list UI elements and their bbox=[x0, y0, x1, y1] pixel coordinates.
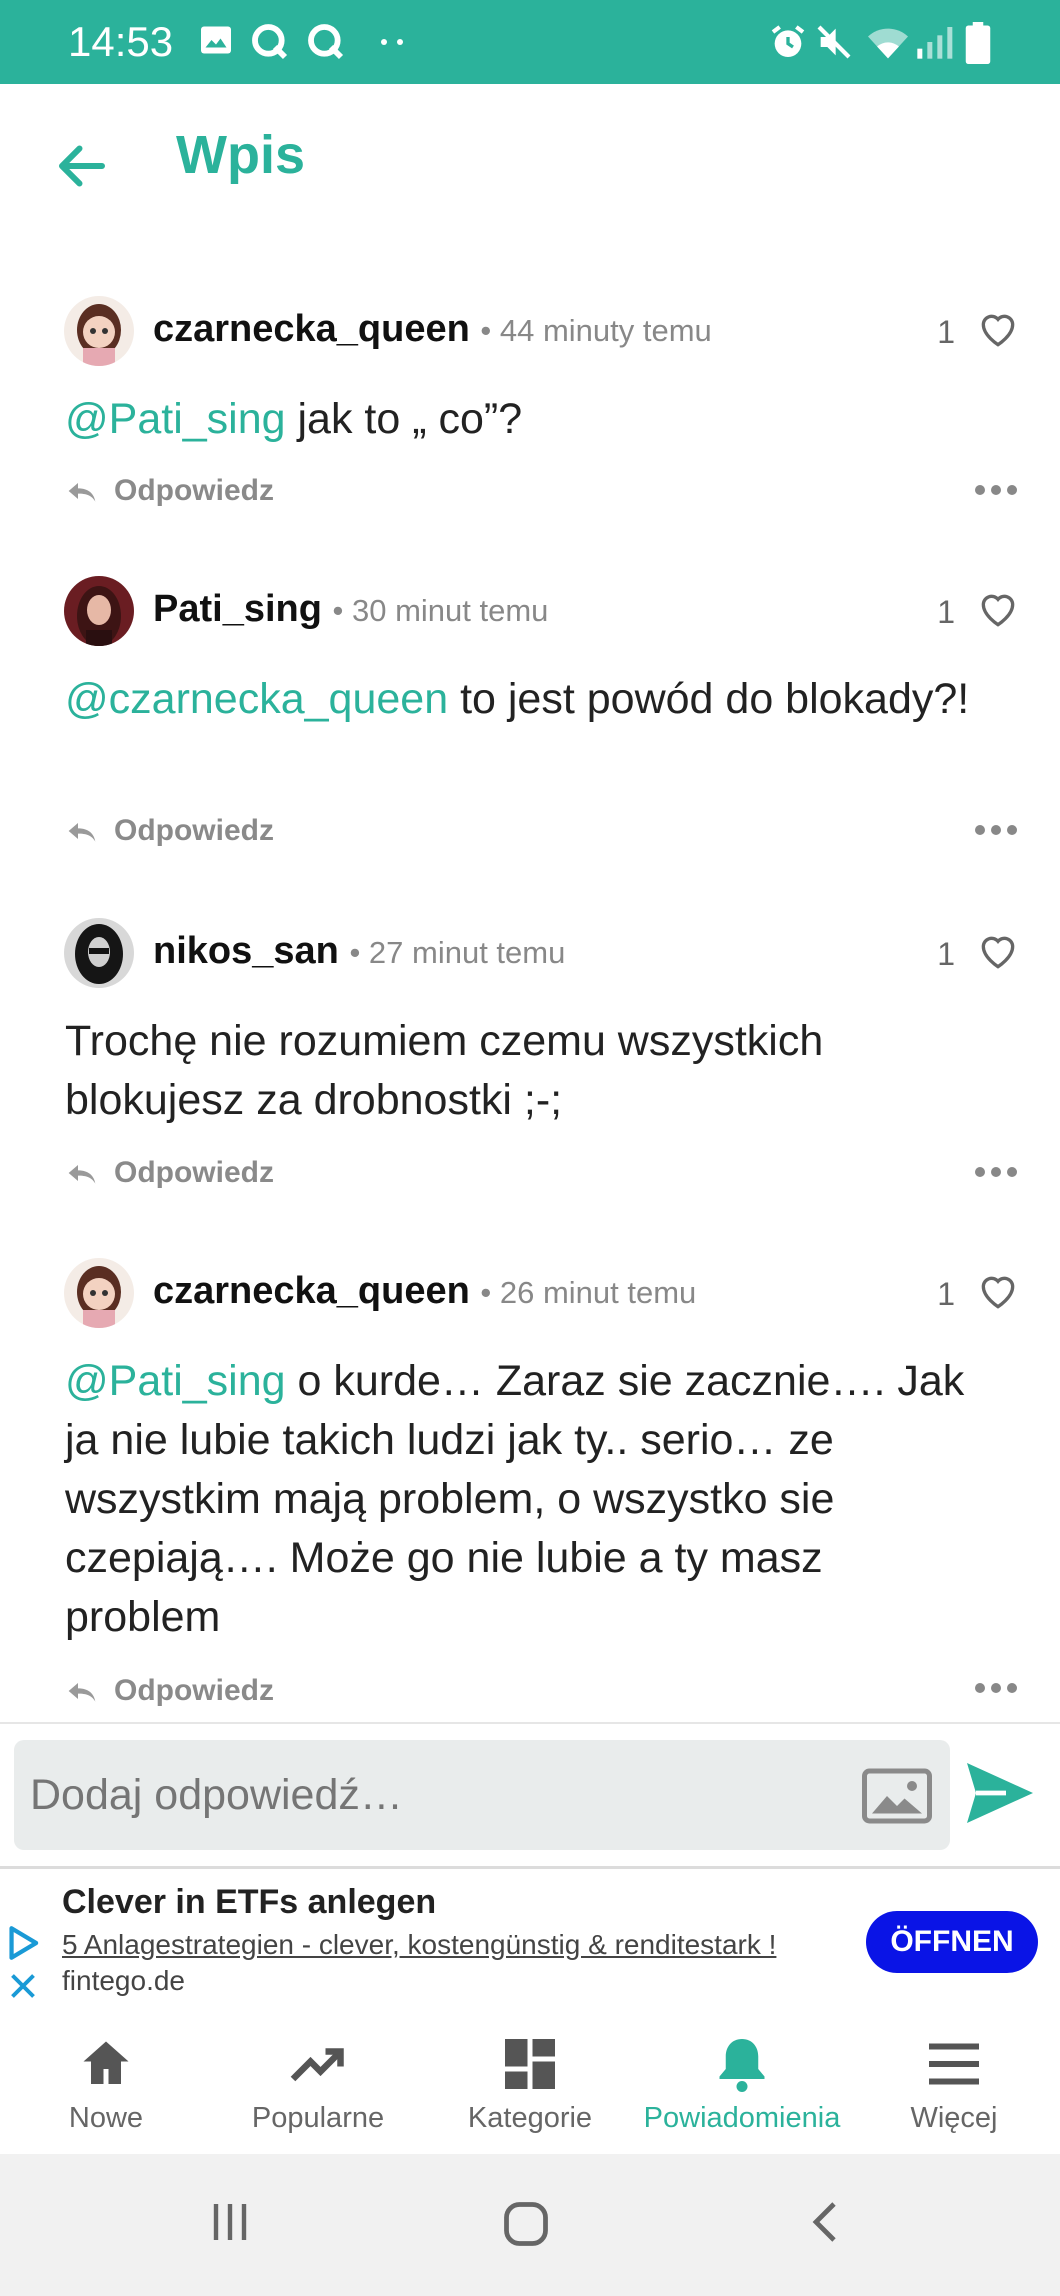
more-notifications-icon bbox=[381, 39, 403, 45]
nav-label: Powiadomienia bbox=[643, 2102, 841, 2134]
more-options-icon[interactable] bbox=[972, 482, 1020, 498]
avatar[interactable] bbox=[64, 918, 134, 988]
comment-item: nikos_san • 27 minut temu 1 Trochę nie r… bbox=[0, 884, 1060, 1227]
system-navigation-bar bbox=[0, 2154, 1060, 2296]
comment-body: Trochę nie rozumiem czemu wszystkich blo… bbox=[65, 1017, 824, 1124]
reply-icon bbox=[68, 823, 96, 842]
nav-item-powiadomienia[interactable]: Powiadomienia bbox=[636, 2014, 848, 2154]
heart-icon[interactable] bbox=[976, 308, 1020, 352]
avatar[interactable] bbox=[64, 576, 134, 646]
nav-label: Popularne bbox=[251, 2102, 385, 2134]
comment-item: czarnecka_queen • 26 minut temu 1 @Pati_… bbox=[0, 1224, 1060, 1722]
comment-body: jak to „ co”? bbox=[285, 395, 523, 443]
comment-item: czarnecka_queen • 44 minuty temu 1 @Pati… bbox=[0, 264, 1060, 547]
comment-time: • 30 minut temu bbox=[332, 593, 549, 628]
more-options-icon[interactable] bbox=[972, 1164, 1020, 1180]
heart-icon[interactable] bbox=[976, 930, 1020, 974]
ad-banner[interactable]: Clever in ETFs anlegen 5 Anlagestrategie… bbox=[0, 1866, 1060, 2020]
comment-text: Trochę nie rozumiem czemu wszystkich blo… bbox=[65, 1012, 985, 1130]
avatar[interactable] bbox=[64, 1258, 134, 1328]
nav-label: Nowe bbox=[68, 2102, 144, 2134]
home-button-icon[interactable] bbox=[500, 2198, 552, 2250]
reply-button[interactable]: Odpowiedz bbox=[66, 814, 274, 848]
reply-label: Odpowiedz bbox=[114, 1674, 274, 1707]
comment-header: czarnecka_queen • 44 minuty temu bbox=[153, 308, 712, 351]
comment-time: • 44 minuty temu bbox=[480, 313, 712, 348]
mention-link[interactable]: @Pati_sing bbox=[65, 395, 286, 443]
comment-time: • 27 minut temu bbox=[349, 935, 566, 970]
bottom-navigation: Nowe Popularne Kategorie Powiadomienia W… bbox=[0, 2014, 1060, 2154]
page-title: Wpis bbox=[176, 125, 305, 185]
nav-item-popularne[interactable]: Popularne bbox=[212, 2014, 424, 2154]
heart-icon[interactable] bbox=[976, 1270, 1020, 1314]
more-options-icon[interactable] bbox=[972, 822, 1020, 838]
reply-icon bbox=[68, 1165, 96, 1184]
image-notification-icon bbox=[201, 26, 231, 54]
like-count: 1 bbox=[937, 1276, 955, 1312]
nav-item-wiecej[interactable]: Więcej bbox=[848, 2014, 1060, 2154]
comment-header: czarnecka_queen • 26 minut temu bbox=[153, 1270, 696, 1313]
like-count: 1 bbox=[937, 314, 955, 350]
reply-button[interactable]: Odpowiedz bbox=[66, 474, 274, 508]
wifi-icon bbox=[868, 28, 908, 59]
mention-link[interactable]: @Pati_sing bbox=[65, 1357, 286, 1405]
back-button-icon[interactable] bbox=[802, 2198, 850, 2246]
ad-close-icon[interactable] bbox=[8, 1971, 38, 2001]
home-icon bbox=[83, 2041, 129, 2084]
battery-icon bbox=[965, 22, 991, 64]
mute-icon bbox=[817, 25, 851, 59]
comment-time: • 26 minut temu bbox=[480, 1275, 697, 1310]
bell-icon bbox=[719, 2039, 765, 2092]
reply-icon bbox=[68, 1683, 96, 1702]
comment-item: Pati_sing • 30 minut temu 1 @czarnecka_q… bbox=[0, 544, 1060, 887]
username[interactable]: czarnecka_queen bbox=[153, 308, 470, 350]
like-count: 1 bbox=[937, 936, 955, 972]
image-attach-icon[interactable] bbox=[862, 1768, 932, 1824]
heart-icon[interactable] bbox=[976, 588, 1020, 632]
back-arrow-icon[interactable] bbox=[52, 136, 112, 196]
reply-label: Odpowiedz bbox=[114, 474, 274, 507]
status-bar: 14:53 bbox=[0, 0, 1060, 84]
reply-input-bar bbox=[0, 1722, 1060, 1868]
signal-icon bbox=[917, 27, 953, 59]
trending-icon bbox=[290, 2048, 344, 2082]
nav-item-nowe[interactable]: Nowe bbox=[0, 2014, 212, 2154]
grid-icon bbox=[505, 2039, 555, 2089]
mention-link[interactable]: @czarnecka_queen bbox=[65, 675, 448, 723]
more-options-icon[interactable] bbox=[972, 1680, 1020, 1696]
reply-button[interactable]: Odpowiedz bbox=[66, 1674, 274, 1708]
alarm-icon bbox=[771, 25, 805, 57]
comment-text: @Pati_sing o kurde… Zaraz sie zacznie…. … bbox=[65, 1352, 985, 1647]
username[interactable]: czarnecka_queen bbox=[153, 1270, 470, 1312]
q-notification-icon bbox=[252, 24, 288, 60]
q-notification-icon-2 bbox=[308, 24, 344, 60]
ad-subtitle[interactable]: 5 Anlagestrategien - clever, kostengünst… bbox=[62, 1929, 776, 1961]
ad-open-button[interactable]: ÖFFNEN bbox=[866, 1911, 1038, 1973]
comment-header: nikos_san • 27 minut temu bbox=[153, 930, 565, 973]
app-bar: Wpis bbox=[0, 84, 1060, 266]
reply-label: Odpowiedz bbox=[114, 1156, 274, 1189]
reply-label: Odpowiedz bbox=[114, 814, 274, 847]
nav-label: Kategorie bbox=[467, 2102, 593, 2134]
ad-title[interactable]: Clever in ETFs anlegen bbox=[62, 1883, 436, 1922]
avatar[interactable] bbox=[64, 296, 134, 366]
comment-header: Pati_sing • 30 minut temu bbox=[153, 588, 548, 631]
comment-text: @Pati_sing jak to „ co”? bbox=[65, 390, 985, 449]
comment-body: to jest powód do blokady?! bbox=[448, 675, 970, 723]
username[interactable]: Pati_sing bbox=[153, 588, 322, 630]
recent-apps-icon[interactable] bbox=[206, 2198, 254, 2246]
reply-button[interactable]: Odpowiedz bbox=[66, 1156, 274, 1190]
send-icon[interactable] bbox=[964, 1760, 1036, 1826]
username[interactable]: nikos_san bbox=[153, 930, 339, 972]
status-time: 14:53 bbox=[68, 18, 174, 65]
comment-text: @czarnecka_queen to jest powód do blokad… bbox=[65, 670, 985, 729]
nav-item-kategorie[interactable]: Kategorie bbox=[424, 2014, 636, 2154]
like-count: 1 bbox=[937, 594, 955, 630]
ad-domain: fintego.de bbox=[62, 1965, 185, 1996]
menu-icon bbox=[929, 2043, 979, 2085]
reply-input[interactable] bbox=[14, 1740, 950, 1850]
ad-choices-icon[interactable] bbox=[6, 1925, 40, 1961]
nav-label: Więcej bbox=[910, 2102, 998, 2134]
reply-icon bbox=[68, 483, 96, 502]
